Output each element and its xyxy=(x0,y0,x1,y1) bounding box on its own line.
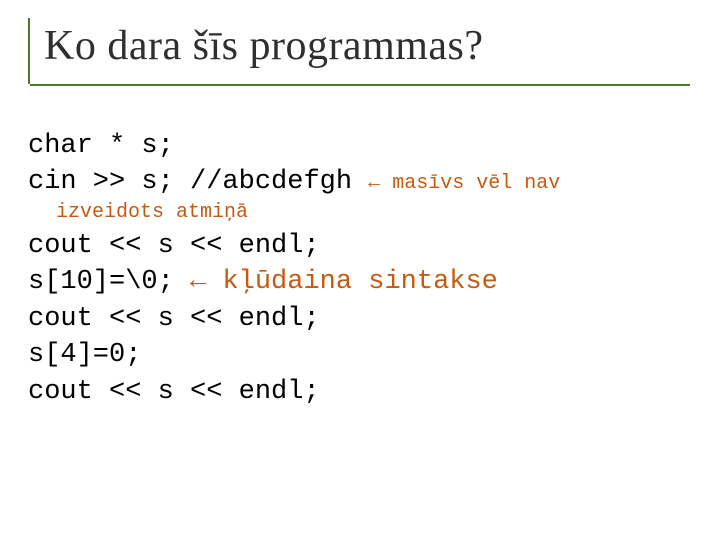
arrow-icon: ← xyxy=(190,267,206,297)
code-line-7: cout << s << endl; xyxy=(28,374,692,410)
title-block: Ko dara šīs programmas? xyxy=(28,18,692,84)
code-line-4: s[10]=\0; ← kļūdaina sintakse xyxy=(28,264,692,300)
code-line-2-note: masīvs vēl nav xyxy=(380,172,560,195)
code-line-1: char * s; xyxy=(28,128,692,164)
slide-title: Ko dara šīs programmas? xyxy=(44,22,692,70)
code-line-2-code: cin >> s; //abcdefgh xyxy=(28,167,368,197)
code-line-2-note-cont: izveidots atmiņā xyxy=(28,199,692,226)
code-line-6: s[4]=0; xyxy=(28,337,692,373)
code-line-2: cin >> s; //abcdefgh ← masīvs vēl nav xyxy=(28,164,692,200)
code-line-5: cout << s << endl; xyxy=(28,301,692,337)
slide: Ko dara šīs programmas? char * s; cin >>… xyxy=(0,0,720,540)
code-line-3: cout << s << endl; xyxy=(28,228,692,264)
arrow-icon: ← xyxy=(368,172,380,195)
code-line-4-code: s[10]=\0; xyxy=(28,267,190,297)
code-body: char * s; cin >> s; //abcdefgh ← masīvs … xyxy=(28,128,692,410)
code-line-4-note: kļūdaina sintakse xyxy=(206,267,498,297)
title-underline xyxy=(30,84,690,86)
